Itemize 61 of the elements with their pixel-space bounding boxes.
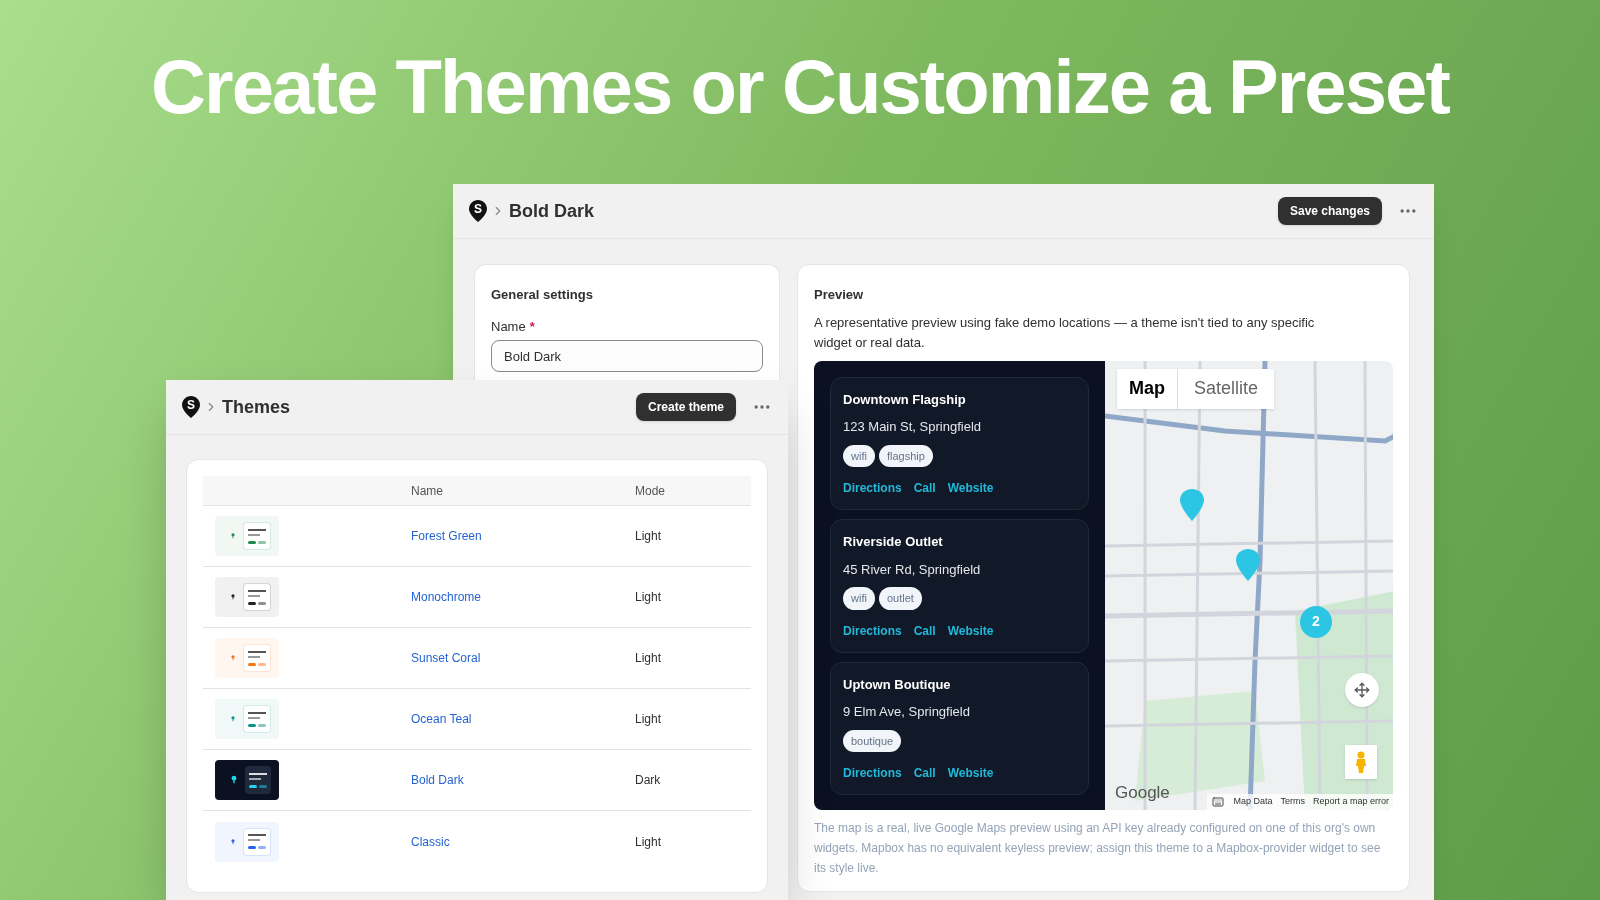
person-icon [1355,750,1367,773]
field-label: Name [491,317,526,336]
preview-note: The map is a real, live Google Maps preview using an API key already configured on one of this org's own widgets. Mapbox has no equivalent keyless preview; assign this theme to a Mapbox-provider widget to see its style live. [814,819,1382,877]
location-link[interactable]: Call [913,479,936,497]
attribution-link[interactable]: Report a map error [1312,794,1389,809]
tag: wifi [843,444,875,467]
location-link[interactable]: Website [947,764,994,782]
map-type-tab[interactable]: Satellite [1178,368,1275,409]
location-link[interactable]: Directions [843,479,902,497]
location-link[interactable]: Call [913,764,936,782]
table-cell-text: Light [635,650,662,667]
preview-description: A representative preview using fake demo locations — a theme isn't tied to any specific widget or real data. [814,313,1316,352]
location-name: Riverside Outlet [843,533,944,551]
attribution-link[interactable]: Terms [1280,794,1305,809]
location-name: Uptown Boutique [843,675,952,694]
theme-name-link[interactable]: Forest Green [411,527,635,545]
primary-button[interactable]: Create theme [635,393,736,421]
theme-name-link[interactable]: Bold Dark [411,771,635,789]
map-logo: Google [1115,782,1170,804]
keyboard-icon[interactable] [1211,795,1226,808]
page-title: Bold Dark [509,199,595,223]
location-link[interactable]: Directions [843,621,902,640]
attribution-link[interactable]: Map Data [1233,794,1273,809]
location-address: 45 River Rd, Springfield [843,560,982,579]
required-mark: * [529,317,535,336]
table-cell-text: Light [635,589,662,606]
location-card[interactable]: Riverside Outlet 45 River Rd, Springfield wifi outlet Directions Call Website [830,519,1089,653]
location-card[interactable]: Uptown Boutique 9 Elm Ave, Springfield boutique Directions Call Website [830,661,1089,795]
name-field[interactable]: Bold Dark [491,340,763,372]
map-type-tab[interactable]: Map [1117,368,1178,409]
column-header: Name [411,482,444,500]
location-address: 9 Elm Ave, Springfield [843,703,971,721]
move-icon [1354,681,1370,698]
app-logo: S [182,396,200,418]
location-link[interactable]: Website [947,479,994,497]
location-link[interactable]: Call [913,621,936,640]
tag: flagship [878,444,933,467]
location-link[interactable]: Directions [843,764,902,782]
app-logo: S [469,200,487,222]
theme-name-link[interactable]: Sunset Coral [411,649,635,667]
theme-name-link[interactable]: Ocean Teal [411,710,635,728]
table-cell-text: Light [635,528,662,545]
map-pin-icon[interactable] [1236,548,1260,581]
tag: outlet [878,587,922,610]
column-header: Mode [635,482,666,500]
location-card[interactable]: Downtown Flagship 123 Main St, Springfield wifi flagship Directions Call Website [830,376,1089,510]
card-title: Preview [814,286,865,304]
card-title: General settings [491,286,594,304]
page-title: Themes [222,395,291,419]
location-link[interactable]: Website [947,621,994,640]
primary-button[interactable]: Save changes [1277,197,1382,225]
table-cell-text: Dark [635,772,661,789]
theme-name-link[interactable]: Monochrome [411,588,635,606]
location-address: 123 Main St, Springfield [843,418,983,436]
table-cell-text: Light [635,711,662,728]
headline: Create Themes or Customize a Preset [151,43,1449,131]
tag: wifi [843,587,875,610]
theme-name-link[interactable]: Classic [411,832,635,851]
tag: boutique [843,729,902,752]
table-cell-text: Light [635,833,662,851]
location-name: Downtown Flagship [843,390,967,409]
